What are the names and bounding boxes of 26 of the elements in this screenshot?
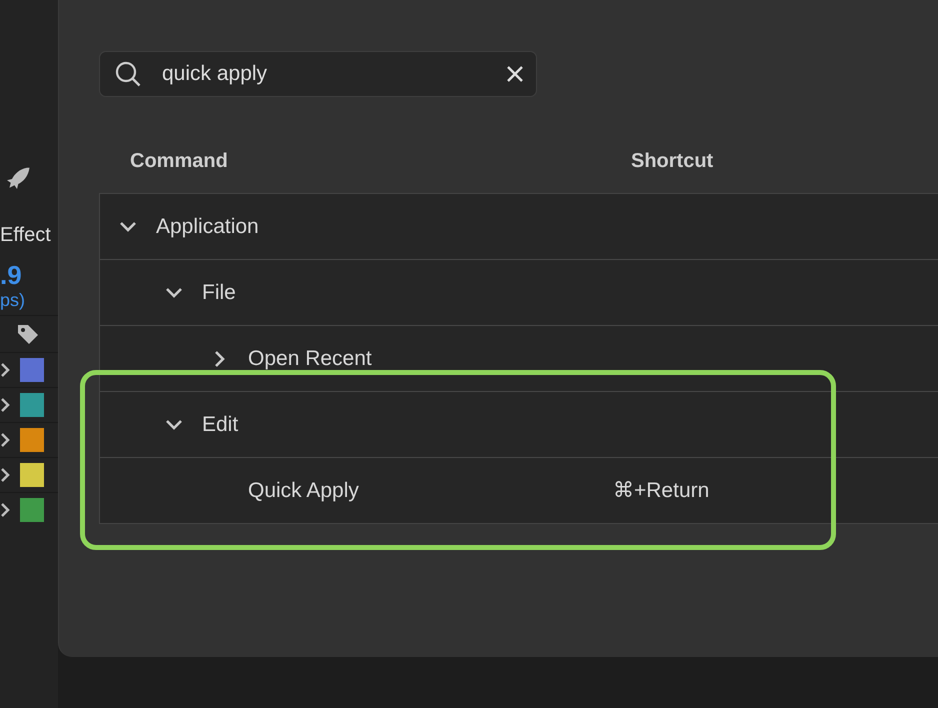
tag-icon: [16, 323, 40, 345]
command-label[interactable]: Edit: [202, 412, 238, 436]
command-label[interactable]: File: [202, 280, 236, 304]
label-color-swatch[interactable]: [20, 463, 44, 487]
label-color-swatch[interactable]: [20, 393, 44, 417]
search-input[interactable]: quick apply: [162, 62, 486, 86]
chevron-right-icon[interactable]: [0, 432, 10, 448]
chevron-right-icon[interactable]: [0, 362, 10, 378]
command-label[interactable]: Quick Apply: [248, 478, 359, 502]
chevron-right-icon[interactable]: [0, 467, 10, 483]
panel-title: Effect: [0, 224, 52, 247]
close-icon[interactable]: [506, 65, 524, 83]
frame-rate-unit: ps): [0, 289, 26, 311]
search-field[interactable]: quick apply: [99, 51, 537, 97]
column-header: Command: [129, 150, 229, 172]
label-color-swatch[interactable]: [20, 428, 44, 452]
chevron-right-icon[interactable]: [0, 502, 10, 518]
column-header: Shortcut: [631, 150, 714, 172]
command-label[interactable]: Open Recent: [248, 346, 372, 370]
command-label[interactable]: Application: [156, 214, 259, 238]
shortcut-label[interactable]: ⌘+Return: [613, 478, 938, 503]
search-icon: [114, 60, 142, 88]
chevron-right-icon[interactable]: [0, 397, 10, 413]
label-color-swatch[interactable]: [20, 498, 44, 522]
label-color-swatch[interactable]: [20, 358, 44, 382]
frame-rate: .9: [0, 261, 23, 289]
